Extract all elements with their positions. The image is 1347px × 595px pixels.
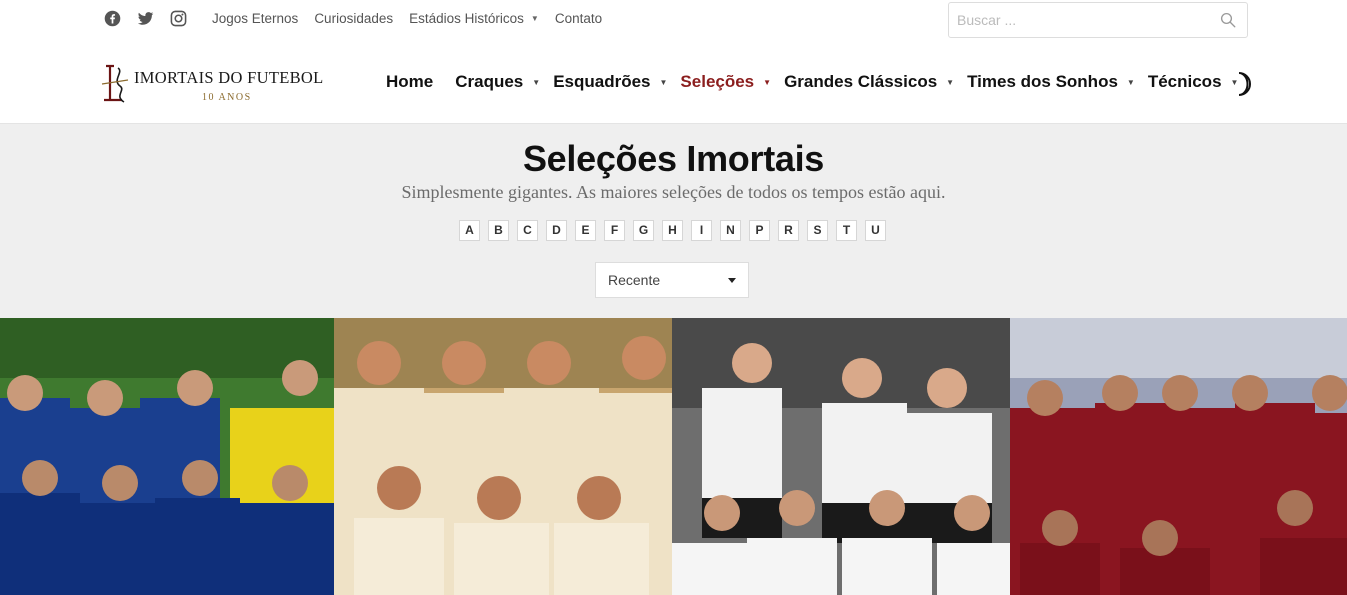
search-icon[interactable]: [1219, 11, 1237, 29]
letter-filter-t[interactable]: T: [836, 220, 857, 241]
letter-filter-p[interactable]: P: [749, 220, 770, 241]
chevron-down-icon: ▼: [530, 14, 539, 23]
page-title: Seleções Imortais: [522, 138, 825, 179]
nav-label: Técnicos: [1147, 72, 1222, 91]
sort-select[interactable]: Recente: [595, 262, 749, 298]
team-grid: [0, 318, 1347, 595]
monogram-logo-icon: [101, 64, 129, 103]
nav-craques[interactable]: Craques ▼: [455, 72, 540, 92]
social-links: [104, 10, 187, 27]
top-links: Jogos Eternos Curiosidades Estádios Hist…: [212, 11, 602, 26]
italy-team-photo: [0, 318, 334, 595]
nav-grandes-classicos[interactable]: Grandes Clássicos ▼: [784, 72, 954, 92]
toplink-estadios-historicos[interactable]: Estádios Históricos ▼: [409, 11, 539, 26]
brand-subtitle: 10 ANOS: [202, 92, 252, 103]
nav-label: Times dos Sonhos: [967, 72, 1118, 91]
letter-filter-e[interactable]: E: [575, 220, 596, 241]
nav-esquadroes[interactable]: Esquadrões ▼: [553, 72, 667, 92]
letter-filter-d[interactable]: D: [546, 220, 567, 241]
team-card-italy[interactable]: [0, 318, 334, 595]
chevron-down-icon: ▼: [1126, 77, 1135, 87]
toplink-contato[interactable]: Contato: [555, 11, 602, 26]
nav-selecoes[interactable]: Seleções ▼: [680, 72, 771, 92]
archive-hero: Seleções Imortais Simplesmente gigantes.…: [0, 124, 1347, 318]
letter-filter-a[interactable]: A: [459, 220, 480, 241]
toplink-curiosidades[interactable]: Curiosidades: [314, 11, 393, 26]
instagram-icon[interactable]: [170, 10, 187, 27]
west-germany-team-photo: [672, 318, 1010, 595]
chevron-down-icon: ▼: [659, 77, 668, 87]
search-input[interactable]: [949, 3, 1199, 37]
brazil-vintage-team-photo: [334, 318, 672, 595]
twitter-icon[interactable]: [137, 10, 154, 27]
site-logo[interactable]: IMORTAIS DO FUTEBOL 10 ANOS: [100, 60, 340, 108]
moon-icon[interactable]: [1230, 71, 1254, 97]
nav-label: Home: [386, 72, 434, 91]
brand-name: IMORTAIS DO FUTEBOL: [134, 68, 324, 87]
nav-label: Seleções: [680, 72, 755, 91]
chevron-down-icon: ▼: [532, 77, 541, 87]
letter-filter-s[interactable]: S: [807, 220, 828, 241]
main-header: IMORTAIS DO FUTEBOL 10 ANOS Home Craques…: [0, 42, 1347, 124]
letter-filter-u[interactable]: U: [865, 220, 886, 241]
nav-home[interactable]: Home: [386, 72, 433, 92]
letter-filter-i[interactable]: I: [691, 220, 712, 241]
chevron-down-icon: ▼: [763, 77, 772, 87]
facebook-icon[interactable]: [104, 10, 121, 27]
top-bar: Jogos Eternos Curiosidades Estádios Hist…: [0, 0, 1347, 42]
toplink-label: Estádios Históricos: [409, 11, 524, 26]
search-box: [948, 2, 1248, 38]
team-card-germany[interactable]: [672, 318, 1010, 595]
sort-select-value: Recente: [608, 272, 661, 288]
letter-filter-g[interactable]: G: [633, 220, 654, 241]
page-tagline: Simplesmente gigantes. As maiores seleçõ…: [401, 182, 946, 202]
letter-filter-n[interactable]: N: [720, 220, 741, 241]
chevron-down-icon: [728, 278, 736, 283]
letter-filter-b[interactable]: B: [488, 220, 509, 241]
letter-filter-c[interactable]: C: [517, 220, 538, 241]
main-menu: Home Craques ▼ Esquadrões ▼ Seleções ▼ Gran…: [386, 72, 1251, 92]
portugal-team-photo: [1010, 318, 1347, 595]
letter-filter-r[interactable]: R: [778, 220, 799, 241]
team-card-brazil[interactable]: [334, 318, 672, 595]
nav-tecnicos[interactable]: Técnicos ▼: [1147, 72, 1239, 92]
letter-filter-h[interactable]: H: [662, 220, 683, 241]
nav-label: Craques: [455, 72, 524, 91]
nav-times-dos-sonhos[interactable]: Times dos Sonhos ▼: [967, 72, 1135, 92]
chevron-down-icon: ▼: [946, 77, 955, 87]
letter-filter: A B C D E F G H I N P R S T U: [459, 220, 886, 241]
nav-label: Esquadrões: [553, 72, 651, 91]
nav-label: Grandes Clássicos: [784, 72, 938, 91]
letter-filter-f[interactable]: F: [604, 220, 625, 241]
toplink-jogos-eternos[interactable]: Jogos Eternos: [212, 11, 298, 26]
team-card-portugal[interactable]: [1010, 318, 1347, 595]
